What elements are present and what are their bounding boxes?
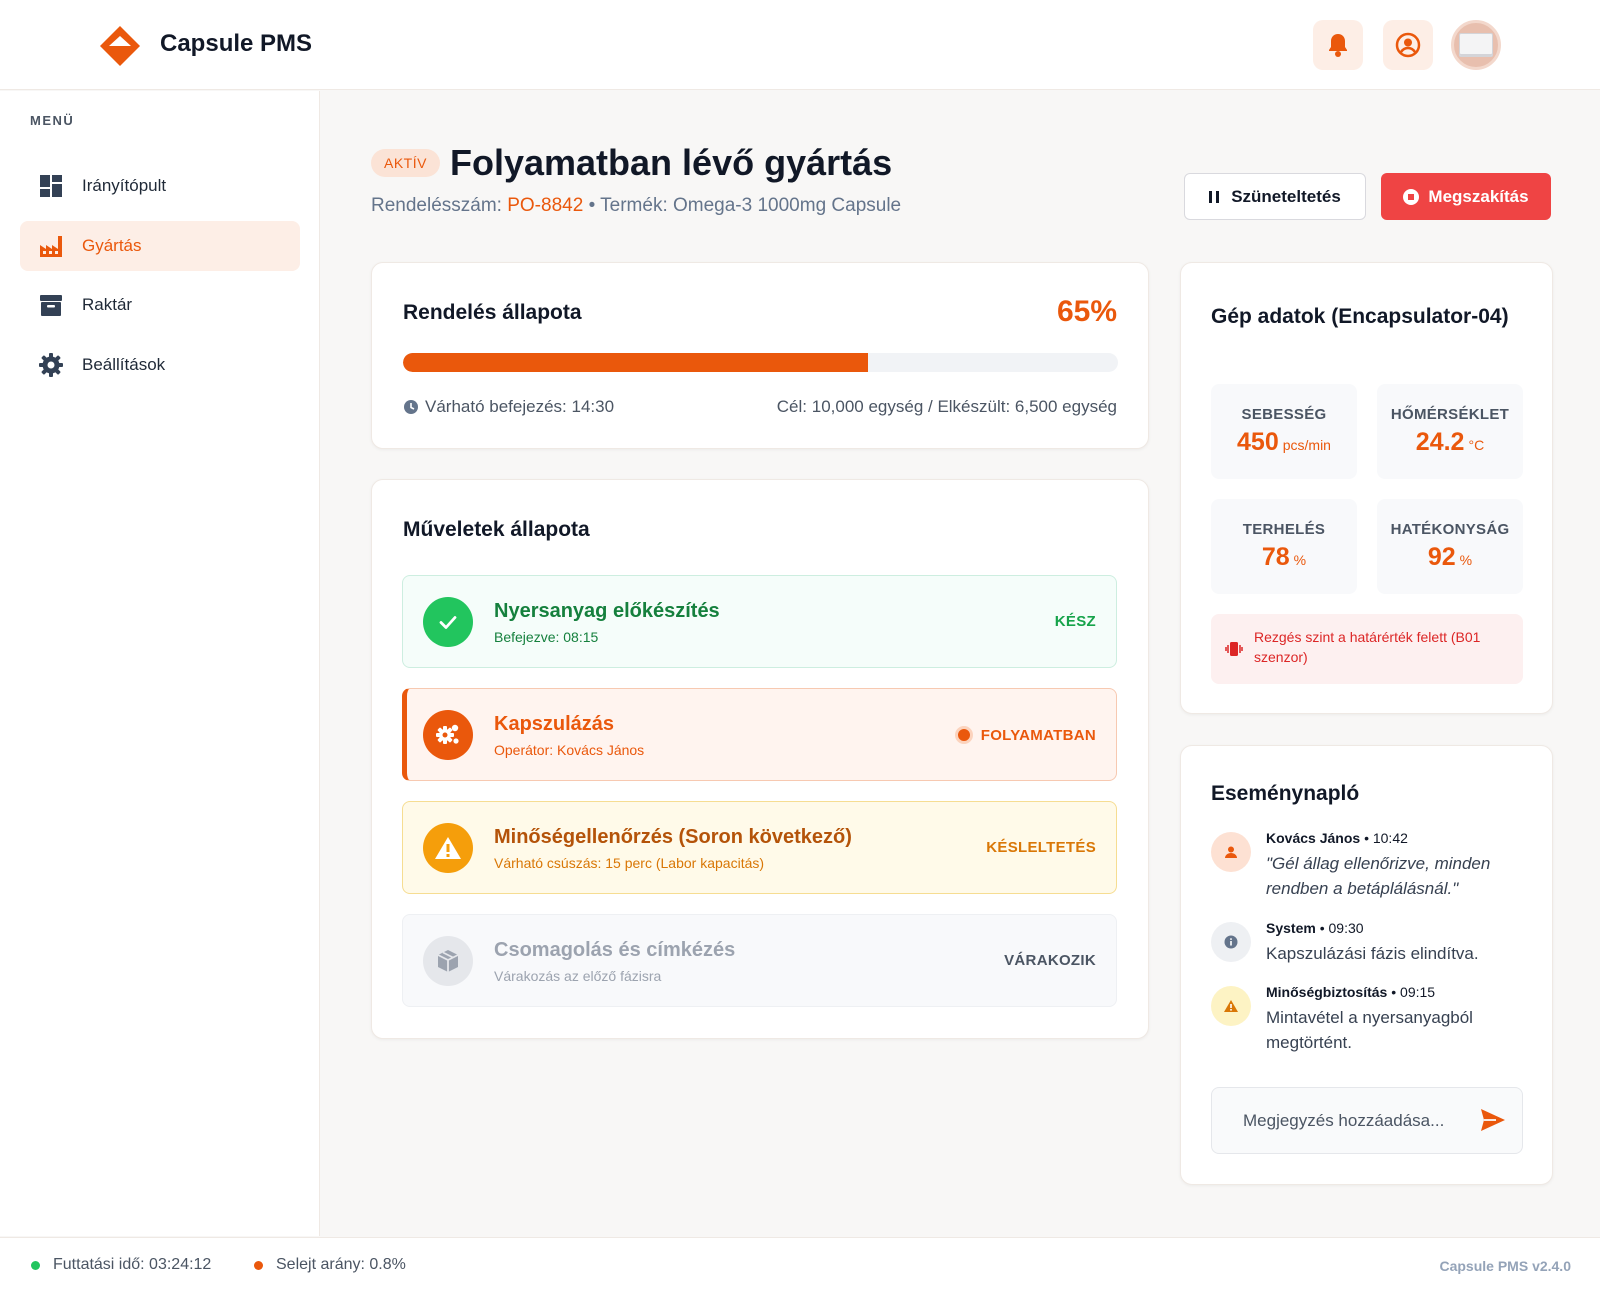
operation-title: Csomagolás és címkézés	[494, 939, 736, 961]
card-title: Eseménynapló	[1211, 782, 1360, 805]
metric-temperature: HŐMÉRSÉKLET 24.2 °C	[1377, 384, 1523, 479]
machine-data-card: Gép adatok (Encapsulator-04) SEBESSÉG 45…	[1180, 262, 1553, 714]
avatar-image	[1459, 33, 1493, 57]
send-icon[interactable]	[1480, 1108, 1506, 1132]
top-header: Capsule PMS	[0, 0, 1600, 90]
order-number-link[interactable]: PO-8842	[507, 195, 583, 216]
note-box	[1211, 1087, 1523, 1154]
status-footer: Futtatási idő: 03:24:12 Selejt arány: 0.…	[0, 1237, 1600, 1290]
operation-title: Nyersanyag előkészítés	[494, 600, 720, 622]
operation-row-raw-material[interactable]: Nyersanyag előkészítés Befejezve: 08:15 …	[402, 575, 1117, 668]
event-log-card: Eseménynapló Kovács János • 10:42 "Gél á…	[1180, 745, 1553, 1185]
operation-row-quality-control[interactable]: Minőségellenőrzés (Soron következő) Várh…	[402, 801, 1117, 894]
progress-bar-fill	[403, 353, 868, 372]
order-status-card: Rendelés állapota 65% Várható befejezés:…	[371, 262, 1149, 449]
metric-speed: SEBESSÉG 450 pcs/min	[1211, 384, 1357, 479]
status-dot-icon	[254, 1260, 263, 1270]
sidebar-item-settings[interactable]: Beállítások	[20, 340, 300, 390]
card-title: Gép adatok (Encapsulator-04)	[1211, 305, 1509, 328]
metric-efficiency: HATÉKONYSÁG 92%	[1377, 499, 1523, 594]
metric-load: TERHELÉS 78%	[1211, 499, 1357, 594]
operation-subtitle: Várható csúszás: 15 perc (Labor kapacitá…	[494, 855, 765, 871]
progress-bar	[403, 353, 1118, 372]
warning-icon	[1211, 986, 1251, 1026]
vibration-icon	[1225, 642, 1243, 656]
info-icon	[1211, 922, 1251, 962]
operation-status: KÉSZ	[1054, 613, 1096, 630]
user-icon	[1211, 832, 1251, 872]
archive-box-icon	[40, 295, 62, 316]
status-badge: AKTÍV	[371, 149, 440, 177]
pause-icon	[1209, 190, 1220, 203]
in-progress-dot-icon	[954, 726, 973, 744]
gears-icon	[423, 710, 473, 760]
app-version: Capsule PMS v2.4.0	[1439, 1258, 1571, 1274]
eta: Várható befejezés: 14:30	[403, 397, 614, 417]
page-title: Folyamatban lévő gyártás	[450, 142, 893, 183]
sidebar-item-label: Irányítópult	[82, 176, 167, 195]
status-dot-icon	[31, 1260, 40, 1270]
order-label: Rendelésszám:	[371, 195, 502, 216]
sidebar: MENÜ Irányítópult Gyártás Raktár Beállít…	[0, 91, 320, 1236]
order-subtitle: Rendelésszám: PO-8842 • Termék: Omega-3 …	[371, 195, 901, 217]
goal-text: Cél: 10,000 egység / Elkészült: 6,500 eg…	[776, 397, 1117, 416]
abort-button[interactable]: Megszakítás	[1381, 173, 1551, 220]
factory-icon	[40, 236, 62, 257]
note-input[interactable]	[1213, 1089, 1463, 1152]
check-icon	[423, 597, 473, 647]
sidebar-item-label: Beállítások	[82, 355, 166, 374]
app-title: Capsule PMS	[160, 30, 313, 57]
sidebar-item-label: Gyártás	[82, 236, 142, 255]
card-title: Műveletek állapota	[403, 518, 590, 541]
box-icon	[423, 936, 473, 986]
card-title: Rendelés állapota	[403, 301, 582, 324]
menu-label: MENÜ	[30, 113, 75, 128]
sidebar-item-label: Raktár	[82, 295, 133, 314]
operation-status: KÉSLELTETÉS	[986, 839, 1096, 856]
sidebar-item-dashboard[interactable]: Irányítópult	[20, 161, 300, 211]
scrap-rate-indicator: Selejt arány: 0.8%	[254, 1256, 406, 1274]
warning-icon	[423, 823, 473, 873]
gear-icon	[39, 353, 63, 377]
operation-row-packaging[interactable]: Csomagolás és címkézés Várakozás az előz…	[402, 914, 1117, 1007]
avatar[interactable]	[1451, 20, 1501, 70]
operation-subtitle: Várakozás az előző fázisra	[494, 968, 662, 984]
user-circle-icon	[1395, 32, 1421, 58]
stop-icon	[1403, 188, 1420, 205]
bell-icon	[1329, 34, 1347, 57]
operation-subtitle: Operátor: Kovács János	[494, 742, 645, 758]
operation-title: Minőségellenőrzés (Soron következő)	[494, 826, 852, 848]
progress-percent: 65%	[1056, 295, 1117, 328]
operation-status: FOLYAMATBAN	[954, 726, 1096, 744]
operation-row-encapsulation[interactable]: Kapszulázás Operátor: Kovács János FOLYA…	[402, 688, 1117, 781]
logo-icon	[100, 26, 140, 66]
operation-status: VÁRAKOZIK	[1004, 952, 1096, 969]
notifications-button[interactable]	[1313, 20, 1363, 70]
pause-button[interactable]: Szüneteltetés	[1184, 173, 1366, 220]
sidebar-item-production[interactable]: Gyártás	[20, 221, 300, 271]
vibration-alert: Rezgés szint a határérték felett (B01 sz…	[1211, 614, 1523, 684]
clock-icon	[404, 400, 418, 414]
profile-button[interactable]	[1383, 20, 1433, 70]
product-label: • Termék: Omega-3 1000mg Capsule	[588, 195, 902, 216]
sidebar-item-warehouse[interactable]: Raktár	[20, 280, 300, 330]
operation-title: Kapszulázás	[494, 713, 615, 735]
dashboard-icon	[40, 175, 62, 197]
runtime-indicator: Futtatási idő: 03:24:12	[31, 1256, 211, 1274]
operation-subtitle: Befejezve: 08:15	[494, 629, 599, 645]
